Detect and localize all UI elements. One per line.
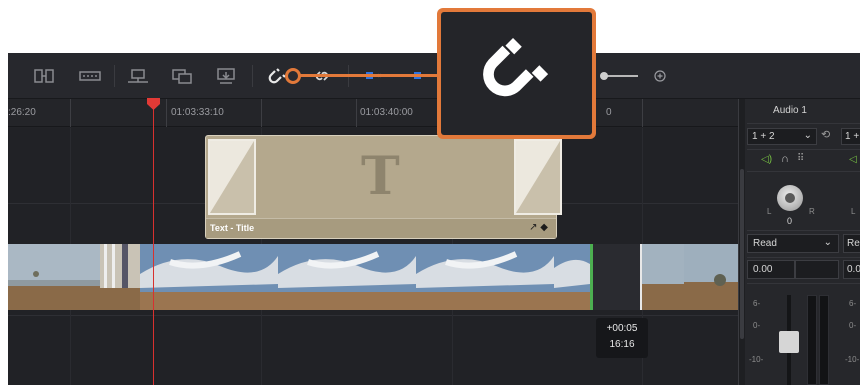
replace-clip-icon[interactable]	[170, 66, 194, 86]
pan-left-label-next: L	[851, 207, 856, 216]
meter-mark-next: -10-	[845, 355, 860, 364]
title-glyph: T	[361, 146, 400, 207]
chevron-down-icon: ⌄	[823, 237, 832, 248]
video-frame	[416, 244, 554, 310]
audio-mixer: Audio 1 1 + 2 ⌄ ⟲ 1 + ◁) ∩ ⠿ ◁ L R 0 L R…	[738, 99, 860, 385]
ruler-tick	[261, 99, 262, 127]
dynamic-trim-icon[interactable]	[78, 66, 102, 86]
automation-select-next[interactable]: Re	[843, 234, 860, 253]
callout-ring	[285, 68, 301, 84]
clip-label: Text - Title	[210, 223, 255, 233]
title-clip[interactable]: T Text - Title ↗ ◆	[205, 135, 562, 239]
trim-tooltip: +00:05 16:16	[596, 318, 648, 358]
mixer-divider	[747, 123, 860, 124]
meter-mark: 0-	[753, 321, 761, 330]
toolbar-separator	[114, 65, 115, 87]
mixer-scrollbar[interactable]	[739, 99, 745, 385]
mixer-divider	[747, 257, 860, 258]
ruler-timecode: :26:20	[8, 107, 36, 118]
trim-offset: +00:05	[606, 323, 638, 334]
video-frame	[100, 244, 140, 310]
ruler-tick	[70, 99, 71, 127]
gain-field[interactable]: 0.00	[747, 260, 795, 279]
grid-icon[interactable]: ⠿	[797, 153, 804, 164]
snapping-callout	[437, 8, 596, 139]
input-select[interactable]: 1 + 2 ⌄	[747, 128, 817, 145]
mixer-divider	[747, 283, 860, 284]
headphones-icon[interactable]: ∩	[781, 153, 789, 165]
ruler-timecode: 01:03:33:10	[171, 107, 224, 118]
meter-mark-next: 6-	[849, 299, 857, 308]
mixer-divider	[747, 149, 860, 150]
video-frame	[278, 244, 416, 310]
video-frame	[640, 244, 684, 310]
track-divider	[8, 315, 738, 316]
timeline-ruler[interactable]: :26:20 01:03:33:10 01:03:40:00 0	[8, 99, 738, 127]
overwrite-clip-icon[interactable]	[126, 66, 150, 86]
pan-value: 0	[787, 216, 793, 226]
pan-left-label: L	[767, 207, 772, 216]
clip-thumbnail-left	[208, 139, 256, 215]
input-select-value: 1 + 2	[752, 131, 775, 142]
ruler-tick	[356, 99, 357, 127]
ruler-tick	[642, 99, 643, 127]
ruler-tick	[166, 99, 167, 127]
speaker-icon[interactable]: ◁)	[761, 154, 772, 165]
level-meter	[819, 295, 829, 385]
trim-edge-indicator[interactable]	[590, 244, 593, 310]
input-select-next-value: 1 +	[845, 131, 860, 142]
pan-knob[interactable]	[777, 185, 803, 211]
meter-mark-next: 0-	[849, 321, 857, 330]
gain-next-value: 0.0	[847, 264, 860, 275]
meter-mark: -10-	[749, 355, 764, 364]
ruler-timecode: 0	[606, 107, 612, 118]
meter-mark: 6-	[753, 299, 761, 308]
trim-duration: 16:16	[609, 339, 635, 350]
clip-fx-icons: ↗ ◆	[529, 222, 548, 233]
video-frame	[554, 244, 590, 310]
ruler-timecode: 01:03:40:00	[360, 107, 413, 118]
chevron-down-icon: ⌄	[803, 130, 812, 141]
clip-label-bar: Text - Title ↗ ◆	[206, 218, 556, 238]
clip-thumbnail-right	[514, 139, 562, 215]
mixer-divider	[747, 230, 860, 231]
zoom-slider-track[interactable]	[604, 75, 638, 77]
playhead-line[interactable]	[153, 99, 154, 385]
zoom-in-icon[interactable]	[648, 66, 672, 86]
place-on-top-icon[interactable]	[214, 66, 238, 86]
snapping-magnet-icon	[483, 38, 549, 97]
input-select-next[interactable]: 1 +	[841, 128, 860, 145]
gain-field-next[interactable]: 0.0	[843, 260, 860, 279]
trim-edit-icon[interactable]	[32, 66, 56, 86]
video-frame	[684, 244, 738, 310]
automation-select-value: Read	[753, 238, 777, 249]
resolve-edit-window: :26:20 01:03:33:10 01:03:40:00 0 T Text …	[8, 53, 860, 385]
gain-field-2[interactable]	[795, 260, 839, 279]
playhead-handle[interactable]	[147, 98, 160, 110]
speaker-icon-next[interactable]: ◁	[849, 154, 857, 165]
toolbar-separator	[252, 65, 253, 87]
automation-select-next-value: Re	[847, 238, 860, 249]
zoom-slider-knob[interactable]	[600, 72, 608, 80]
mixer-channel-name: Audio 1	[773, 105, 807, 116]
pan-right-label: R	[809, 207, 815, 216]
level-meter	[807, 295, 817, 385]
mixer-divider	[747, 171, 860, 172]
gain-value: 0.00	[753, 264, 773, 275]
automation-select[interactable]: Read ⌄	[747, 234, 839, 253]
volume-fader[interactable]	[779, 331, 799, 353]
callout-connector	[296, 74, 441, 77]
reset-icon[interactable]: ⟲	[821, 128, 830, 141]
video-clip[interactable]	[8, 244, 738, 310]
video-frame	[8, 244, 100, 310]
video-frame	[140, 244, 278, 310]
